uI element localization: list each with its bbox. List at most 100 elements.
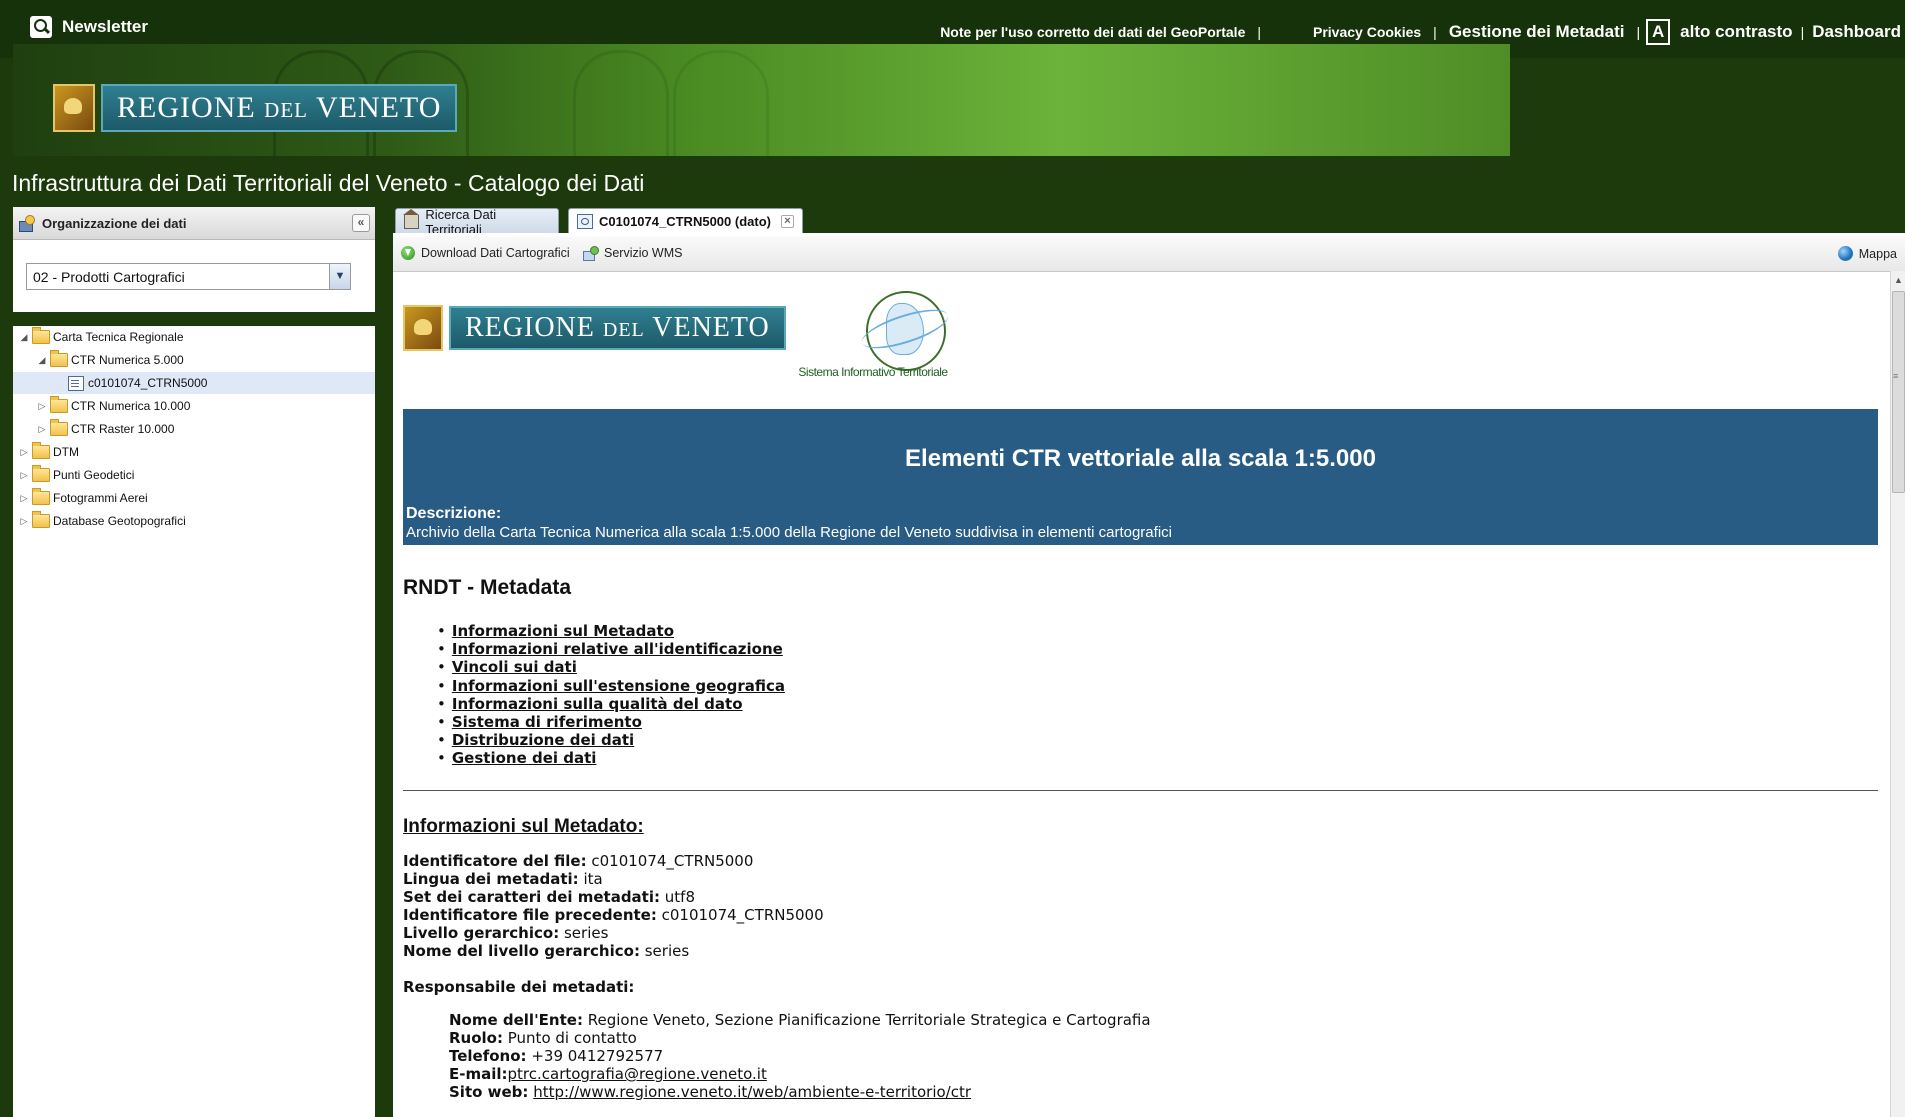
magnifier-icon bbox=[30, 16, 52, 38]
tree-item-label: DTM bbox=[53, 445, 79, 459]
toc-link[interactable]: Informazioni sul Metadato bbox=[452, 622, 674, 640]
metadata-link[interactable]: Gestione dei Metadati bbox=[1449, 22, 1625, 42]
metadata-responsible-title: Responsabile dei metadati: bbox=[403, 978, 635, 996]
sit-logo-label: Sistema Informativo Territoriale bbox=[798, 365, 948, 379]
header-banner: REGIONE DEL VENETO bbox=[13, 44, 1510, 156]
top-links: Note per l'uso corretto dei dati del Geo… bbox=[940, 19, 1901, 45]
field-file-identifier: Identificatore del file: c0101074_CTRN50… bbox=[403, 852, 754, 870]
toc-link[interactable]: Informazioni sulla qualità del dato bbox=[452, 695, 743, 713]
tree-item-dtm[interactable]: ▷ DTM bbox=[13, 441, 375, 463]
tree-item-ctr-numerica-10000[interactable]: ▷ CTR Numerica 10.000 bbox=[13, 395, 375, 417]
field-metadata-language: Lingua dei metadati: ita bbox=[403, 870, 603, 888]
wms-button[interactable]: Servizio WMS bbox=[583, 246, 683, 261]
document-logos: REGIONE DEL VENETO Sistema Informativo T… bbox=[403, 271, 1883, 379]
folder-icon bbox=[32, 488, 50, 505]
toc-item: Gestione dei dati bbox=[437, 749, 785, 767]
high-contrast-icon[interactable]: A bbox=[1646, 19, 1671, 45]
tree-item-label: CTR Numerica 5.000 bbox=[71, 353, 184, 367]
folder-icon bbox=[50, 396, 68, 413]
folder-icon bbox=[50, 419, 68, 436]
tree-item-label: c0101074_CTRN5000 bbox=[88, 376, 208, 390]
newsletter-link[interactable]: Newsletter bbox=[30, 16, 148, 38]
logo-text: REGIONE DEL VENETO bbox=[449, 306, 786, 350]
detail-panel: Download Dati Cartografici Servizio WMS … bbox=[393, 236, 1905, 1117]
tree-item-punti-geodetici[interactable]: ▷ Punti Geodetici bbox=[13, 464, 375, 486]
sidebar-panel: Organizzazione dei dati « 02 - Prodotti … bbox=[13, 207, 375, 312]
field-hierarchy-level-name: Nome del livello gerarchico: series bbox=[403, 942, 690, 960]
tree-item-database-geotopografici[interactable]: ▷ Database Geotopografici bbox=[13, 510, 375, 532]
vertical-scrollbar[interactable]: ▲ ≡ bbox=[1890, 271, 1905, 1117]
tree-panel: ◢ Carta Tecnica Regionale ◢ CTR Numerica… bbox=[13, 326, 375, 1117]
collapsed-arrow-icon[interactable]: ▷ bbox=[37, 424, 47, 435]
chevron-down-icon[interactable]: ▼ bbox=[329, 264, 350, 289]
section-divider bbox=[403, 790, 1878, 791]
toc-link[interactable]: Gestione dei dati bbox=[452, 749, 597, 767]
toc-item: Informazioni sulla qualità del dato bbox=[437, 695, 785, 713]
collapsed-arrow-icon[interactable]: ▷ bbox=[37, 401, 47, 412]
lion-crest-icon bbox=[53, 84, 95, 132]
folder-icon bbox=[32, 327, 50, 344]
folder-icon bbox=[32, 465, 50, 482]
field-email: E-mail:ptrc.cartografia@regione.veneto.i… bbox=[449, 1065, 767, 1083]
regione-veneto-logo: REGIONE DEL VENETO bbox=[403, 305, 786, 351]
wms-service-icon bbox=[583, 246, 599, 261]
collapse-sidebar-button[interactable]: « bbox=[352, 214, 370, 232]
email-link[interactable]: ptrc.cartografia@regione.veneto.it bbox=[508, 1065, 767, 1083]
tree-item-fotogrammi-aerei[interactable]: ▷ Fotogrammi Aerei bbox=[13, 487, 375, 509]
toc-link[interactable]: Informazioni sull'estensione geografica bbox=[452, 677, 785, 695]
dashboard-link[interactable]: Dashboard bbox=[1812, 22, 1901, 42]
field-charset: Set dei caratteri dei metadati: utf8 bbox=[403, 888, 695, 906]
collapsed-arrow-icon[interactable]: ▷ bbox=[19, 516, 29, 527]
tree-item-ctr-numerica-5000[interactable]: ◢ CTR Numerica 5.000 bbox=[13, 349, 375, 371]
document-icon bbox=[68, 375, 84, 391]
scroll-up-icon[interactable]: ▲ bbox=[1894, 275, 1903, 285]
website-link[interactable]: http://www.regione.veneto.it/web/ambient… bbox=[533, 1083, 971, 1101]
tree-item-label: CTR Numerica 10.000 bbox=[71, 399, 191, 413]
tree-item-carta-tecnica-regionale[interactable]: ◢ Carta Tecnica Regionale bbox=[13, 326, 375, 348]
field-role: Ruolo: Punto di contatto bbox=[449, 1029, 637, 1047]
dataset-hero: Elementi CTR vettoriale alla scala 1:5.0… bbox=[403, 409, 1878, 545]
tab-dataset-detail[interactable]: C0101074_CTRN5000 (dato) × bbox=[568, 208, 803, 234]
tab-label: Ricerca Dati Territoriali bbox=[425, 206, 497, 237]
page-title: Infrastruttura dei Dati Territoriali del… bbox=[12, 170, 645, 196]
close-icon[interactable]: × bbox=[781, 215, 794, 228]
category-select-value: 02 - Prodotti Cartografici bbox=[33, 269, 185, 285]
toc-link[interactable]: Informazioni relative all'identificazion… bbox=[452, 640, 783, 658]
tree-item-c0101074-ctrn5000[interactable]: c0101074_CTRN5000 bbox=[13, 372, 375, 394]
privacy-link[interactable]: Privacy Cookies bbox=[1313, 24, 1421, 40]
tree-item-ctr-raster-10000[interactable]: ▷ CTR Raster 10.000 bbox=[13, 418, 375, 440]
toc-link[interactable]: Vincoli sui dati bbox=[452, 658, 577, 676]
tab-ricerca-dati[interactable]: Ricerca Dati Territoriali bbox=[395, 206, 559, 237]
field-website: Sito web: http://www.regione.veneto.it/w… bbox=[449, 1083, 972, 1101]
toc-item: Sistema di riferimento bbox=[437, 713, 785, 731]
high-contrast-link[interactable]: alto contrasto bbox=[1680, 22, 1792, 42]
expanded-arrow-icon[interactable]: ◢ bbox=[19, 332, 29, 343]
description-label: Descrizione: bbox=[406, 505, 502, 522]
collapsed-arrow-icon[interactable]: ▷ bbox=[19, 447, 29, 458]
scrollbar-thumb[interactable] bbox=[1892, 291, 1905, 493]
banner-decoration bbox=[573, 50, 669, 156]
collapsed-arrow-icon[interactable]: ▷ bbox=[19, 493, 29, 504]
tree-item-label: Database Geotopografici bbox=[53, 514, 186, 528]
sidebar-header: Organizzazione dei dati « bbox=[13, 207, 375, 240]
toc-item: Vincoli sui dati bbox=[437, 658, 785, 676]
wms-label: Servizio WMS bbox=[604, 246, 683, 260]
category-select[interactable]: 02 - Prodotti Cartografici ▼ bbox=[26, 263, 351, 290]
description-text: Archivio della Carta Tecnica Numerica al… bbox=[406, 524, 1172, 541]
download-label: Download Dati Cartografici bbox=[421, 246, 570, 260]
toc-item: Informazioni relative all'identificazion… bbox=[437, 640, 785, 658]
download-button[interactable]: Download Dati Cartografici bbox=[401, 246, 570, 260]
collapsed-arrow-icon[interactable]: ▷ bbox=[19, 470, 29, 481]
folder-icon bbox=[32, 511, 50, 528]
field-hierarchy-level: Livello gerarchico: series bbox=[403, 924, 609, 942]
map-label: Mappa bbox=[1858, 246, 1897, 261]
regione-veneto-logo[interactable]: REGIONE DEL VENETO bbox=[53, 84, 458, 132]
tree-item-label: Punti Geodetici bbox=[53, 468, 135, 482]
toc-link[interactable]: Sistema di riferimento bbox=[452, 713, 642, 731]
field-phone: Telefono: +39 0412792577 bbox=[449, 1047, 664, 1065]
newsletter-label: Newsletter bbox=[62, 17, 148, 36]
expanded-arrow-icon[interactable]: ◢ bbox=[37, 355, 47, 366]
note-link[interactable]: Note per l'uso corretto dei dati del Geo… bbox=[940, 24, 1245, 40]
toc-link[interactable]: Distribuzione dei dati bbox=[452, 731, 634, 749]
map-button[interactable]: Mappa bbox=[1837, 246, 1897, 261]
